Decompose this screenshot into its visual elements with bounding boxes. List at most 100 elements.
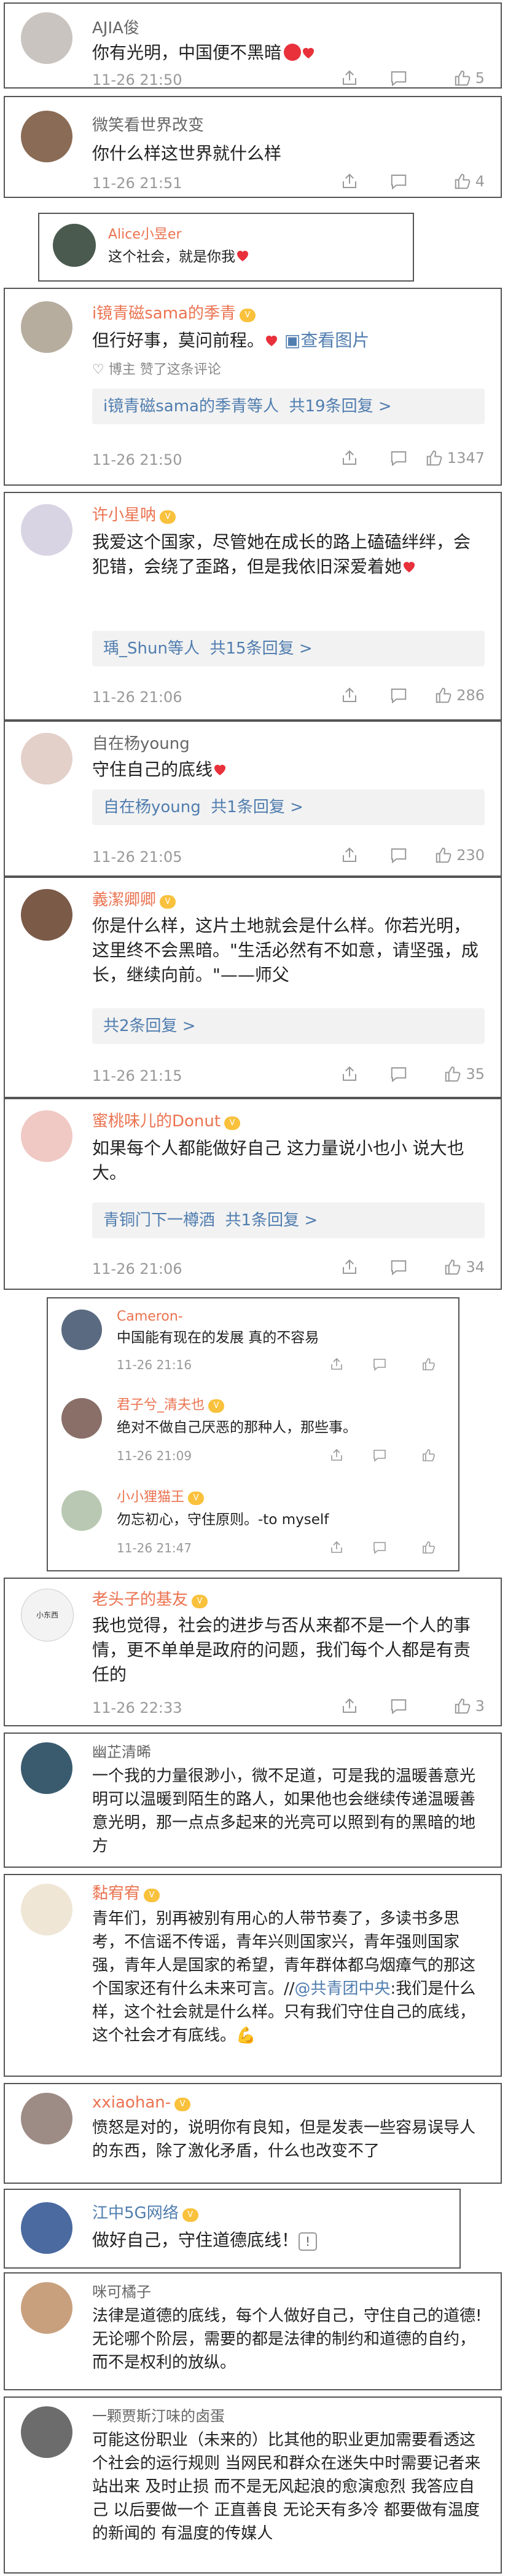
like-icon — [444, 1258, 462, 1276]
comment-author[interactable]: 蜜桃味儿的Donut V — [92, 1112, 241, 1131]
comment-button[interactable] — [389, 449, 408, 471]
comment-button[interactable] — [372, 1355, 387, 1377]
comment-button[interactable] — [389, 1258, 408, 1280]
comment-button[interactable] — [389, 686, 408, 708]
comment-button[interactable] — [389, 846, 408, 868]
reply-summary[interactable]: 青铜门下一樽酒 共1条回复 > — [92, 1203, 485, 1238]
comment-author[interactable]: 微笑看世界改变 — [92, 116, 204, 135]
comment-author[interactable]: 義潔卿卿 V — [92, 890, 176, 910]
comment-author[interactable]: 江中5G网络 V — [92, 2203, 198, 2223]
comment-meta: 11-26 21:50 1347 — [92, 449, 485, 471]
comment-icon — [372, 1357, 387, 1372]
reply-summary[interactable]: 自在杨young 共1条回复 > — [92, 789, 485, 825]
avatar[interactable] — [21, 2202, 72, 2254]
comment-author[interactable]: 君子兮_清夫也 V — [117, 1396, 225, 1415]
share-button[interactable] — [329, 1446, 344, 1468]
like-button[interactable] — [421, 1446, 436, 1468]
share-button[interactable] — [340, 172, 359, 194]
share-button[interactable] — [340, 846, 359, 868]
reply-summary[interactable]: 共2条回复 > — [92, 1008, 485, 1044]
comment-author[interactable]: 老头子的基友 V — [92, 1590, 208, 1610]
avatar[interactable] — [53, 224, 96, 267]
comment-card: 義潔卿卿 V 你是什么样，这片土地就会是什么样。你若光明，这里终不会黑暗。"生活必… — [4, 877, 502, 1098]
avatar[interactable] — [21, 2282, 72, 2334]
heart-icon — [213, 762, 227, 777]
comment-icon — [389, 1065, 408, 1083]
comment-text: 但行好事，莫问前程。 ▣查看图片 — [92, 330, 370, 350]
comment-author[interactable]: xxiaohan- V — [92, 2093, 191, 2112]
share-icon — [340, 686, 359, 705]
share-button[interactable] — [340, 686, 359, 708]
avatar[interactable] — [21, 1884, 72, 1935]
comment-author[interactable]: 一颗贾斯汀味的卤蛋 — [92, 2406, 225, 2426]
comment-button[interactable] — [389, 172, 408, 194]
timestamp: 11-26 22:33 — [92, 1699, 182, 1717]
like-button[interactable]: 230 — [434, 846, 485, 868]
comment-button[interactable] — [389, 69, 408, 91]
like-button[interactable]: 1347 — [425, 449, 485, 471]
avatar[interactable] — [21, 301, 72, 353]
avatar[interactable] — [21, 2406, 72, 2458]
avatar[interactable] — [21, 733, 72, 784]
comment-author[interactable]: 许小星呐 V — [92, 505, 176, 525]
avatar[interactable] — [61, 1490, 102, 1531]
like-button[interactable]: 5 — [453, 69, 485, 91]
avatar[interactable] — [21, 504, 72, 556]
reply-summary[interactable]: 瑀_Shun等人 共15条回复 > — [92, 631, 485, 666]
avatar[interactable]: 小东西 — [21, 1589, 74, 1642]
view-image-link[interactable]: ▣查看图片 — [284, 330, 369, 350]
share-button[interactable] — [329, 1538, 344, 1560]
flag-emoji-icon — [284, 44, 302, 61]
like-button[interactable] — [421, 1355, 436, 1377]
like-count: 230 — [456, 847, 485, 864]
share-button[interactable] — [340, 1065, 359, 1087]
comment-icon — [372, 1540, 387, 1555]
like-button[interactable]: 3 — [453, 1697, 485, 1719]
share-icon — [329, 1448, 344, 1463]
strong-arm-emoji-icon: 💪 — [236, 2026, 256, 2045]
avatar[interactable] — [21, 1742, 72, 1794]
comment-author[interactable]: 小小狸猫王 V — [117, 1488, 205, 1507]
comment-button[interactable] — [372, 1446, 387, 1468]
comment-author[interactable]: Alice小昱er — [108, 225, 182, 245]
comment-text: 我爱这个国家，尽管她在成长的路上磕磕绊绊，会犯错，会绕了歪路，但是我依旧深爱着她 — [92, 532, 471, 577]
comment-author[interactable]: Cameron- — [117, 1307, 183, 1327]
avatar[interactable] — [21, 2093, 72, 2144]
comment-author[interactable]: 黏宥宥 V — [92, 1884, 160, 1903]
share-button[interactable] — [329, 1355, 344, 1377]
like-button[interactable]: 35 — [444, 1065, 485, 1087]
comment-author[interactable]: 自在杨young — [92, 734, 190, 754]
comment-author[interactable]: i镜青磁sama的季青 V — [92, 304, 256, 323]
comment-button[interactable] — [389, 1697, 408, 1719]
share-icon — [340, 1065, 359, 1083]
comment-button[interactable] — [389, 1065, 408, 1087]
comment-author[interactable]: AJIA俊 — [92, 18, 139, 38]
comment-button[interactable] — [372, 1538, 387, 1560]
comment-meta: 11-26 21:16 — [117, 1355, 442, 1377]
comment-author[interactable]: 幽芷清晞 — [92, 1742, 151, 1762]
comment-author[interactable]: 咪可橘子 — [92, 2282, 151, 2302]
comment-card: AJIA俊 你有光明，中国便不黑暗 11-26 21:50 5 — [4, 2, 502, 89]
avatar-text: 小东西 — [36, 1611, 58, 1619]
avatar[interactable] — [21, 12, 72, 64]
avatar[interactable] — [21, 1110, 72, 1162]
comment-card: 自在杨young 守住自己的底线 自在杨young 共1条回复 > 11-26 … — [4, 721, 502, 877]
share-button[interactable] — [340, 449, 359, 471]
like-button[interactable]: 34 — [444, 1258, 485, 1280]
like-button[interactable] — [421, 1538, 436, 1560]
share-button[interactable] — [340, 1258, 359, 1280]
share-button[interactable] — [340, 1697, 359, 1719]
avatar[interactable] — [21, 889, 72, 941]
avatar[interactable] — [61, 1398, 102, 1439]
mention-link[interactable]: @共青团中央 — [295, 1980, 391, 1998]
reply-summary[interactable]: i镜青磁sama的季青等人 共19条回复 > — [92, 389, 485, 424]
avatar[interactable] — [21, 111, 72, 162]
share-button[interactable] — [340, 69, 359, 91]
comment-icon — [389, 1258, 408, 1276]
comment-meta: 11-26 22:33 3 — [92, 1697, 485, 1719]
like-button[interactable]: 4 — [453, 172, 485, 194]
vip-badge-icon: V — [208, 1399, 225, 1413]
like-button[interactable]: 286 — [434, 686, 485, 708]
share-icon — [329, 1540, 344, 1555]
avatar[interactable] — [61, 1310, 102, 1350]
